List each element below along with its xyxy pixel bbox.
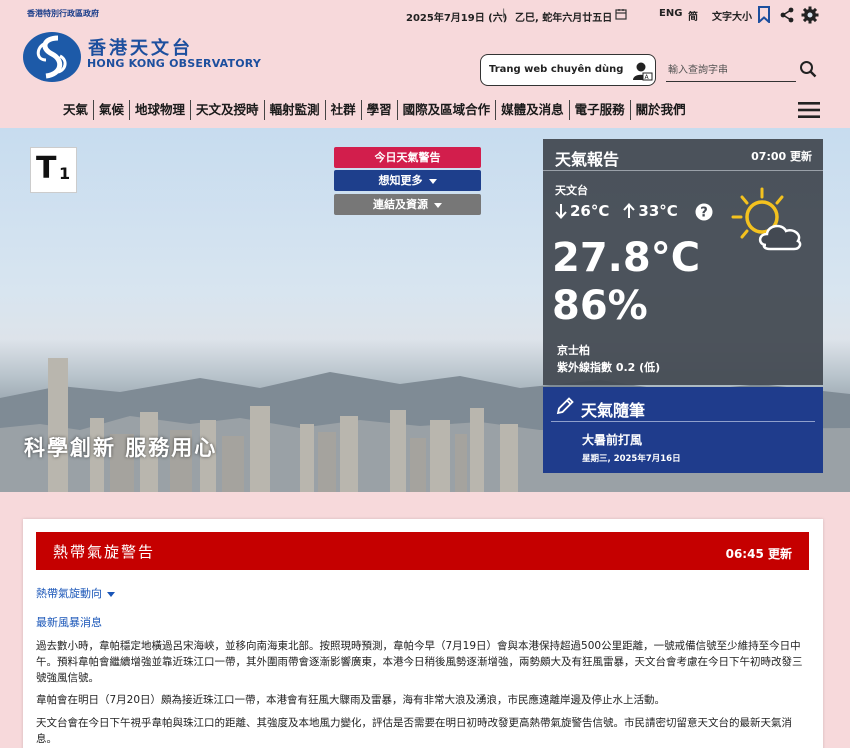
weather-report-time: 07:00 更新	[751, 150, 812, 163]
signal-number: 1	[59, 164, 71, 183]
bulletin-paragraph-3: 天文台會在今日下午視乎韋帕與珠江口的距離、其強度及本地風力變化，評估是否需要在明…	[36, 717, 792, 745]
sun-cloud-icon[interactable]	[730, 187, 808, 257]
today-warnings-label: 今日天氣警告	[374, 151, 441, 164]
card-update-time: 06:45 更新	[725, 547, 792, 561]
search-icon[interactable]	[799, 60, 817, 78]
nav-item-radiation[interactable]: 輻射監測	[263, 100, 325, 120]
help-icon[interactable]: ?	[695, 203, 713, 221]
cyclone-track-link[interactable]: 熱帶氣旋動向	[36, 585, 115, 601]
learn-more-button[interactable]: 想知更多	[334, 170, 481, 191]
calendar-icon[interactable]	[615, 8, 627, 20]
storm-news-link[interactable]: 最新風暴消息	[36, 614, 102, 630]
nav-item-geophysics[interactable]: 地球物理	[129, 100, 190, 120]
links-resources-label: 連結及資源	[373, 198, 428, 211]
nav-item-community[interactable]: 社群	[324, 100, 361, 120]
main-nav: 天氣 氣候 地球物理 天文及授時 輻射監測 社群 學習 國際及區域合作 媒體及消…	[58, 98, 691, 122]
card-title: 熱帶氣旋警告	[53, 543, 156, 561]
current-temperature: 27.8°C	[552, 235, 701, 281]
share-icon[interactable]	[779, 7, 795, 23]
nav-item-international[interactable]: 國際及區域合作	[396, 100, 496, 120]
tropical-cyclone-card: 熱帶氣旋警告 06:45 更新 熱帶氣旋動向 最新風暴消息 過去數小時，韋帕穩定…	[23, 519, 823, 748]
search-box	[666, 58, 796, 82]
menu-icon[interactable]	[798, 101, 820, 119]
translate-label: Trang web chuyên dùng	[489, 64, 624, 75]
uv-index: 紫外線指數 0.2 (低)	[557, 361, 661, 374]
nav-item-about[interactable]: 關於我們	[629, 100, 691, 120]
max-temp: 33°C	[638, 202, 678, 220]
logo-title-en[interactable]: HONG KONG OBSERVATORY	[87, 57, 261, 70]
nav-item-climate[interactable]: 氣候	[93, 100, 129, 120]
lang-eng-link[interactable]: ENG	[659, 8, 682, 19]
lunar-date: 乙巳, 蛇年六月廿五日	[515, 13, 613, 24]
signal-letter: T	[36, 151, 57, 186]
bulletin-paragraph-1: 過去數小時，韋帕穩定地橫過呂宋海峽，並移向南海東北部。按照現時預測，韋帕今早（7…	[36, 640, 803, 684]
current-humidity: 86%	[552, 283, 648, 329]
bookmark-icon[interactable]	[757, 6, 771, 23]
divider	[543, 170, 823, 171]
nav-item-eservices[interactable]: 電子服務	[568, 100, 630, 120]
min-temp: 26°C	[570, 202, 610, 220]
uv-station: 京士柏	[557, 344, 590, 357]
links-resources-button[interactable]: 連結及資源	[334, 194, 481, 215]
learn-more-label: 想知更多	[378, 174, 423, 187]
weather-jottings-panel: 天氣隨筆 大暑前打風 星期三, 2025年7月16日	[543, 387, 823, 473]
govt-link[interactable]: 香港特別行政區政府	[27, 8, 99, 19]
top-bar: 香港特別行政區政府 2025年7月19日 (六) | 乙巳, 蛇年六月廿五日 E…	[0, 0, 850, 30]
gear-icon[interactable]	[801, 6, 819, 24]
card-header: 熱帶氣旋警告 06:45 更新	[36, 532, 809, 570]
today-warnings-button[interactable]: 今日天氣警告	[334, 147, 481, 168]
hko-logo-icon[interactable]	[22, 30, 84, 84]
hero-slogan: 科學創新 服務用心	[24, 436, 218, 460]
divider	[551, 421, 815, 422]
nav-item-weather[interactable]: 天氣	[58, 100, 93, 120]
up-arrow-icon	[623, 203, 636, 218]
chevron-down-icon	[107, 591, 115, 597]
translate-widget[interactable]: Trang web chuyên dùng A	[480, 54, 656, 86]
chevron-down-icon	[434, 202, 442, 208]
weather-report-panel: 天氣報告 07:00 更新 天文台 26°C 33°C ? 27.8°C 86%…	[543, 139, 823, 385]
jottings-date: 星期三, 2025年7月16日	[582, 454, 681, 464]
nav-item-astronomy[interactable]: 天文及授時	[190, 100, 264, 120]
nav-item-media[interactable]: 媒體及消息	[495, 100, 569, 120]
pencil-icon	[556, 397, 574, 415]
search-input[interactable]	[668, 62, 794, 78]
down-arrow-icon	[555, 204, 567, 219]
jottings-title[interactable]: 天氣隨筆	[581, 397, 645, 421]
nav-item-learning[interactable]: 學習	[360, 100, 397, 120]
date-separator: |	[502, 8, 506, 19]
current-date: 2025年7月19日 (六)	[406, 13, 508, 24]
font-size-link[interactable]: 文字大小	[712, 8, 752, 23]
bulletin-paragraph-2: 韋帕會在明日（7月20日）頗為接近珠江口一帶，本港會有狂風大驟雨及雷暴，海有非常…	[36, 694, 666, 706]
weather-report-title[interactable]: 天氣報告	[555, 146, 619, 170]
svg-text:?: ?	[700, 206, 708, 221]
jottings-article-link[interactable]: 大暑前打風	[582, 431, 642, 448]
signal-t1-icon[interactable]: T 1	[30, 147, 77, 193]
weather-station: 天文台	[555, 184, 588, 197]
lang-simplified-link[interactable]: 简	[688, 8, 698, 23]
cyclone-track-label: 熱帶氣旋動向	[36, 587, 102, 600]
chevron-down-icon	[428, 178, 437, 184]
min-max-temp: 26°C 33°C	[555, 202, 678, 220]
translate-icon: A	[633, 62, 653, 81]
